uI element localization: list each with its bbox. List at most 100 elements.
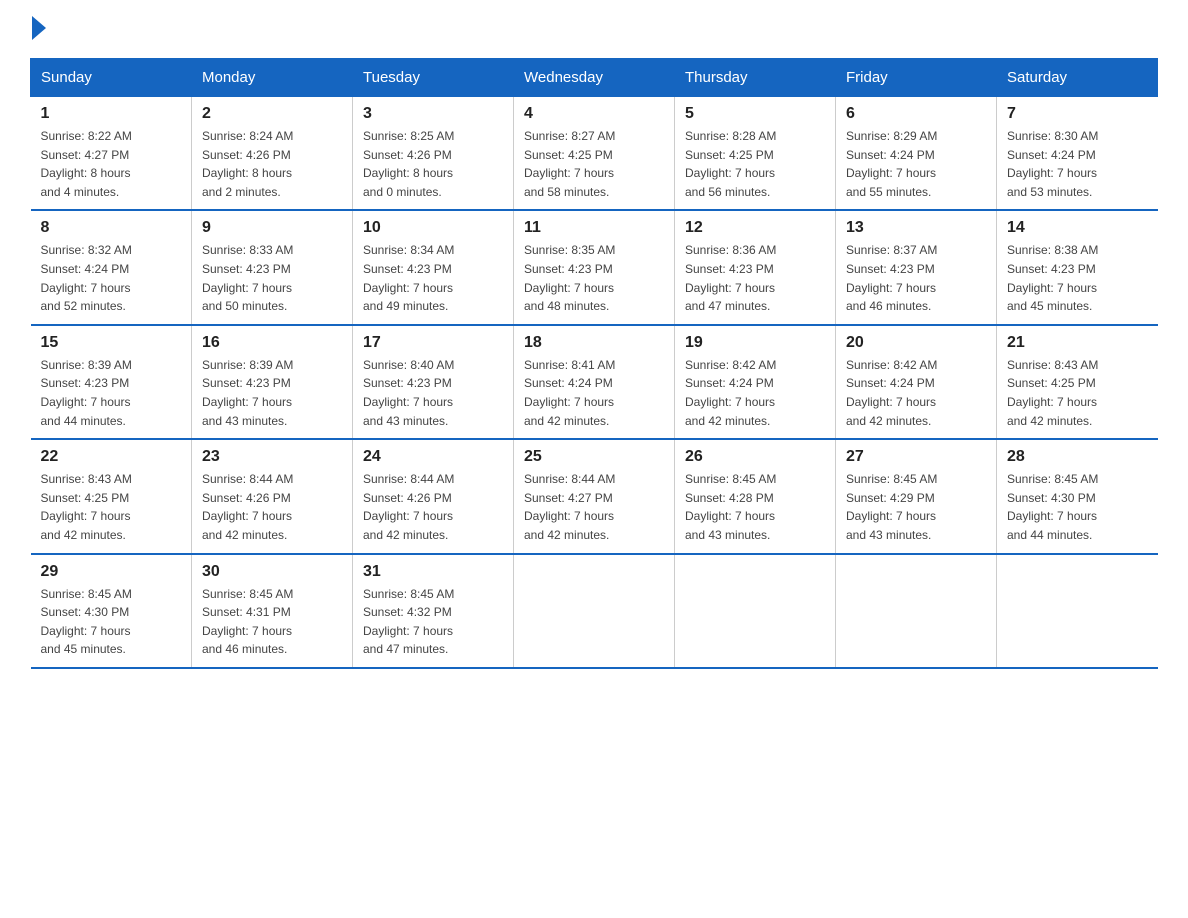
calendar-day-cell: 16Sunrise: 8:39 AMSunset: 4:23 PMDayligh… [192, 325, 353, 439]
day-number: 21 [1007, 334, 1148, 352]
calendar-day-cell: 23 Sunrise: 8:44 AMSunset: 4:26 PMDayligh… [192, 439, 353, 553]
day-info: Sunrise: 8:29 AMSunset: 4:24 PMDaylight:… [846, 127, 986, 201]
day-info: Sunrise: 8:45 AMSunset: 4:31 PMDaylight:… [202, 585, 342, 659]
day-info: Sunrise: 8:45 AMSunset: 4:28 PMDaylight:… [685, 470, 825, 544]
day-number: 4 [524, 105, 664, 123]
weekday-header-wednesday: Wednesday [514, 59, 675, 97]
day-info: Sunrise: 8:27 AMSunset: 4:25 PMDaylight:… [524, 127, 664, 201]
day-info: Sunrise: 8:45 AMSunset: 4:32 PMDaylight:… [363, 585, 503, 659]
day-number: 26 [685, 448, 825, 466]
day-info: Sunrise: 8:25 AMSunset: 4:26 PMDaylight:… [363, 127, 503, 201]
logo-triangle-icon [32, 16, 46, 40]
day-info: Sunrise: 8:42 AMSunset: 4:24 PMDaylight:… [685, 356, 825, 430]
weekday-header-monday: Monday [192, 59, 353, 97]
day-info: Sunrise: 8:30 AMSunset: 4:24 PMDaylight:… [1007, 127, 1148, 201]
day-number: 25 [524, 448, 664, 466]
calendar-day-cell: 28 Sunrise: 8:45 AMSunset: 4:30 PMDayligh… [997, 439, 1158, 553]
day-number: 19 [685, 334, 825, 352]
calendar-day-cell: 8 Sunrise: 8:32 AMSunset: 4:24 PMDaylight… [31, 210, 192, 324]
weekday-header-friday: Friday [836, 59, 997, 97]
logo [30, 20, 46, 38]
calendar-day-cell: 2 Sunrise: 8:24 AMSunset: 4:26 PMDaylight… [192, 97, 353, 211]
weekday-header-sunday: Sunday [31, 59, 192, 97]
day-number: 2 [202, 105, 342, 123]
day-info: Sunrise: 8:32 AMSunset: 4:24 PMDaylight:… [41, 241, 182, 315]
day-number: 22 [41, 448, 182, 466]
day-number: 13 [846, 219, 986, 237]
day-info: Sunrise: 8:39 AMSunset: 4:23 PMDaylight:… [202, 356, 342, 430]
day-info: Sunrise: 8:24 AMSunset: 4:26 PMDaylight:… [202, 127, 342, 201]
day-number: 29 [41, 563, 182, 581]
calendar-week-row: 15 Sunrise: 8:39 AMSunset: 4:23 PMDayligh… [31, 325, 1158, 439]
day-number: 28 [1007, 448, 1148, 466]
day-info: Sunrise: 8:37 AMSunset: 4:23 PMDaylight:… [846, 241, 986, 315]
day-info: Sunrise: 8:36 AMSunset: 4:23 PMDaylight:… [685, 241, 825, 315]
calendar-day-cell: 25 Sunrise: 8:44 AMSunset: 4:27 PMDayligh… [514, 439, 675, 553]
calendar-week-row: 8 Sunrise: 8:32 AMSunset: 4:24 PMDaylight… [31, 210, 1158, 324]
day-info: Sunrise: 8:38 AMSunset: 4:23 PMDaylight:… [1007, 241, 1148, 315]
day-info: Sunrise: 8:35 AMSunset: 4:23 PMDaylight:… [524, 241, 664, 315]
day-info: Sunrise: 8:43 AMSunset: 4:25 PMDaylight:… [1007, 356, 1148, 430]
day-number: 8 [41, 219, 182, 237]
day-info: Sunrise: 8:44 AMSunset: 4:27 PMDaylight:… [524, 470, 664, 544]
day-number: 23 [202, 448, 342, 466]
calendar-day-cell: 18 Sunrise: 8:41 AMSunset: 4:24 PMDayligh… [514, 325, 675, 439]
weekday-header-saturday: Saturday [997, 59, 1158, 97]
day-number: 12 [685, 219, 825, 237]
calendar-day-cell: 9 Sunrise: 8:33 AMSunset: 4:23 PMDaylight… [192, 210, 353, 324]
day-number: 9 [202, 219, 342, 237]
calendar-day-cell [514, 554, 675, 668]
calendar-day-cell: 31 Sunrise: 8:45 AMSunset: 4:32 PMDayligh… [353, 554, 514, 668]
day-number: 3 [363, 105, 503, 123]
calendar-day-cell: 13 Sunrise: 8:37 AMSunset: 4:23 PMDayligh… [836, 210, 997, 324]
calendar-day-cell [675, 554, 836, 668]
calendar-day-cell: 21 Sunrise: 8:43 AMSunset: 4:25 PMDayligh… [997, 325, 1158, 439]
day-number: 5 [685, 105, 825, 123]
day-number: 31 [363, 563, 503, 581]
day-number: 27 [846, 448, 986, 466]
calendar-day-cell: 30 Sunrise: 8:45 AMSunset: 4:31 PMDayligh… [192, 554, 353, 668]
calendar-day-cell: 3 Sunrise: 8:25 AMSunset: 4:26 PMDaylight… [353, 97, 514, 211]
calendar-day-cell: 27 Sunrise: 8:45 AMSunset: 4:29 PMDayligh… [836, 439, 997, 553]
calendar-day-cell: 19 Sunrise: 8:42 AMSunset: 4:24 PMDayligh… [675, 325, 836, 439]
day-info: Sunrise: 8:33 AMSunset: 4:23 PMDaylight:… [202, 241, 342, 315]
day-number: 30 [202, 563, 342, 581]
day-info: Sunrise: 8:39 AMSunset: 4:23 PMDaylight:… [41, 356, 182, 430]
calendar-day-cell: 5 Sunrise: 8:28 AMSunset: 4:25 PMDaylight… [675, 97, 836, 211]
calendar-day-cell: 1Sunrise: 8:22 AMSunset: 4:27 PMDaylight… [31, 97, 192, 211]
calendar-day-cell: 29Sunrise: 8:45 AMSunset: 4:30 PMDayligh… [31, 554, 192, 668]
day-info: Sunrise: 8:45 AMSunset: 4:29 PMDaylight:… [846, 470, 986, 544]
day-info: Sunrise: 8:44 AMSunset: 4:26 PMDaylight:… [363, 470, 503, 544]
calendar-day-cell [836, 554, 997, 668]
calendar-day-cell: 7Sunrise: 8:30 AMSunset: 4:24 PMDaylight… [997, 97, 1158, 211]
calendar-day-cell: 26 Sunrise: 8:45 AMSunset: 4:28 PMDayligh… [675, 439, 836, 553]
calendar-day-cell: 4 Sunrise: 8:27 AMSunset: 4:25 PMDaylight… [514, 97, 675, 211]
calendar-day-cell: 11 Sunrise: 8:35 AMSunset: 4:23 PMDayligh… [514, 210, 675, 324]
day-info: Sunrise: 8:45 AMSunset: 4:30 PMDaylight:… [1007, 470, 1148, 544]
calendar-day-cell: 14 Sunrise: 8:38 AMSunset: 4:23 PMDayligh… [997, 210, 1158, 324]
calendar-week-row: 22Sunrise: 8:43 AMSunset: 4:25 PMDayligh… [31, 439, 1158, 553]
calendar-day-cell: 17 Sunrise: 8:40 AMSunset: 4:23 PMDayligh… [353, 325, 514, 439]
day-number: 18 [524, 334, 664, 352]
day-info: Sunrise: 8:34 AMSunset: 4:23 PMDaylight:… [363, 241, 503, 315]
calendar-day-cell: 24Sunrise: 8:44 AMSunset: 4:26 PMDayligh… [353, 439, 514, 553]
calendar-day-cell: 12 Sunrise: 8:36 AMSunset: 4:23 PMDayligh… [675, 210, 836, 324]
calendar-day-cell: 22Sunrise: 8:43 AMSunset: 4:25 PMDayligh… [31, 439, 192, 553]
calendar-week-row: 1Sunrise: 8:22 AMSunset: 4:27 PMDaylight… [31, 97, 1158, 211]
day-number: 17 [363, 334, 503, 352]
day-info: Sunrise: 8:40 AMSunset: 4:23 PMDaylight:… [363, 356, 503, 430]
calendar-day-cell: 10Sunrise: 8:34 AMSunset: 4:23 PMDayligh… [353, 210, 514, 324]
weekday-header-tuesday: Tuesday [353, 59, 514, 97]
calendar-day-cell: 20Sunrise: 8:42 AMSunset: 4:24 PMDayligh… [836, 325, 997, 439]
day-number: 14 [1007, 219, 1148, 237]
day-info: Sunrise: 8:28 AMSunset: 4:25 PMDaylight:… [685, 127, 825, 201]
calendar-day-cell: 15 Sunrise: 8:39 AMSunset: 4:23 PMDayligh… [31, 325, 192, 439]
day-number: 6 [846, 105, 986, 123]
day-number: 15 [41, 334, 182, 352]
day-info: Sunrise: 8:44 AMSunset: 4:26 PMDaylight:… [202, 470, 342, 544]
day-info: Sunrise: 8:41 AMSunset: 4:24 PMDaylight:… [524, 356, 664, 430]
day-number: 1 [41, 105, 182, 123]
day-number: 11 [524, 219, 664, 237]
calendar-week-row: 29Sunrise: 8:45 AMSunset: 4:30 PMDayligh… [31, 554, 1158, 668]
page-header [30, 20, 1158, 38]
